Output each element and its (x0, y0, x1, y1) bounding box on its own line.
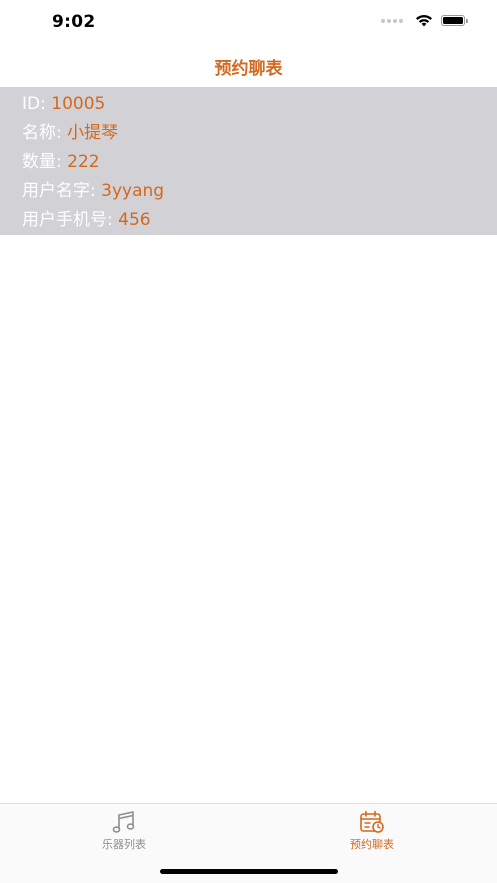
record-name-label: 名称: (22, 123, 68, 143)
page-title: 预约聊表 (214, 59, 283, 79)
record-name-value: 小提琴 (67, 123, 119, 143)
record-phone-value: 456 (118, 210, 151, 230)
status-time: 9:02 (52, 12, 96, 32)
record-user-label: 用户名字: (22, 181, 102, 201)
tab-reservation-list-label: 预约聊表 (350, 838, 394, 851)
record-quantity-row: 数量: 222 (0, 148, 497, 177)
record-quantity-label: 数量: (22, 152, 68, 172)
calendar-clock-icon (360, 810, 384, 833)
app-screen: 9:02 预约聊表 ID: 10005 名称: 小提琴 数量: 222 用户名字… (0, 0, 497, 883)
record-user-row: 用户名字: 3yyang (0, 177, 497, 206)
navigation-bar: 预约聊表 (0, 46, 497, 87)
tab-instrument-list-label: 乐器列表 (102, 838, 146, 851)
battery-icon (441, 15, 468, 26)
wifi-icon (416, 15, 432, 27)
status-bar: 9:02 (0, 0, 497, 46)
home-indicator[interactable] (160, 869, 338, 874)
record-id-row: ID: 10005 (0, 90, 497, 119)
tab-reservation-list[interactable]: 预约聊表 (312, 810, 432, 852)
record-phone-label: 用户手机号: (22, 210, 119, 230)
music-note-icon (112, 811, 135, 833)
tab-instrument-list[interactable]: 乐器列表 (64, 810, 184, 852)
record-user-value: 3yyang (101, 181, 165, 201)
cellular-signal-icon (381, 18, 403, 23)
record-name-row: 名称: 小提琴 (0, 119, 497, 148)
record-phone-row: 用户手机号: 456 (0, 206, 497, 235)
status-icons (381, 14, 468, 27)
record-quantity-value: 222 (67, 152, 100, 172)
record-id-value: 10005 (51, 94, 106, 114)
reservation-card[interactable]: ID: 10005 名称: 小提琴 数量: 222 用户名字: 3yyang 用… (0, 87, 497, 235)
record-id-label: ID: (22, 94, 52, 114)
